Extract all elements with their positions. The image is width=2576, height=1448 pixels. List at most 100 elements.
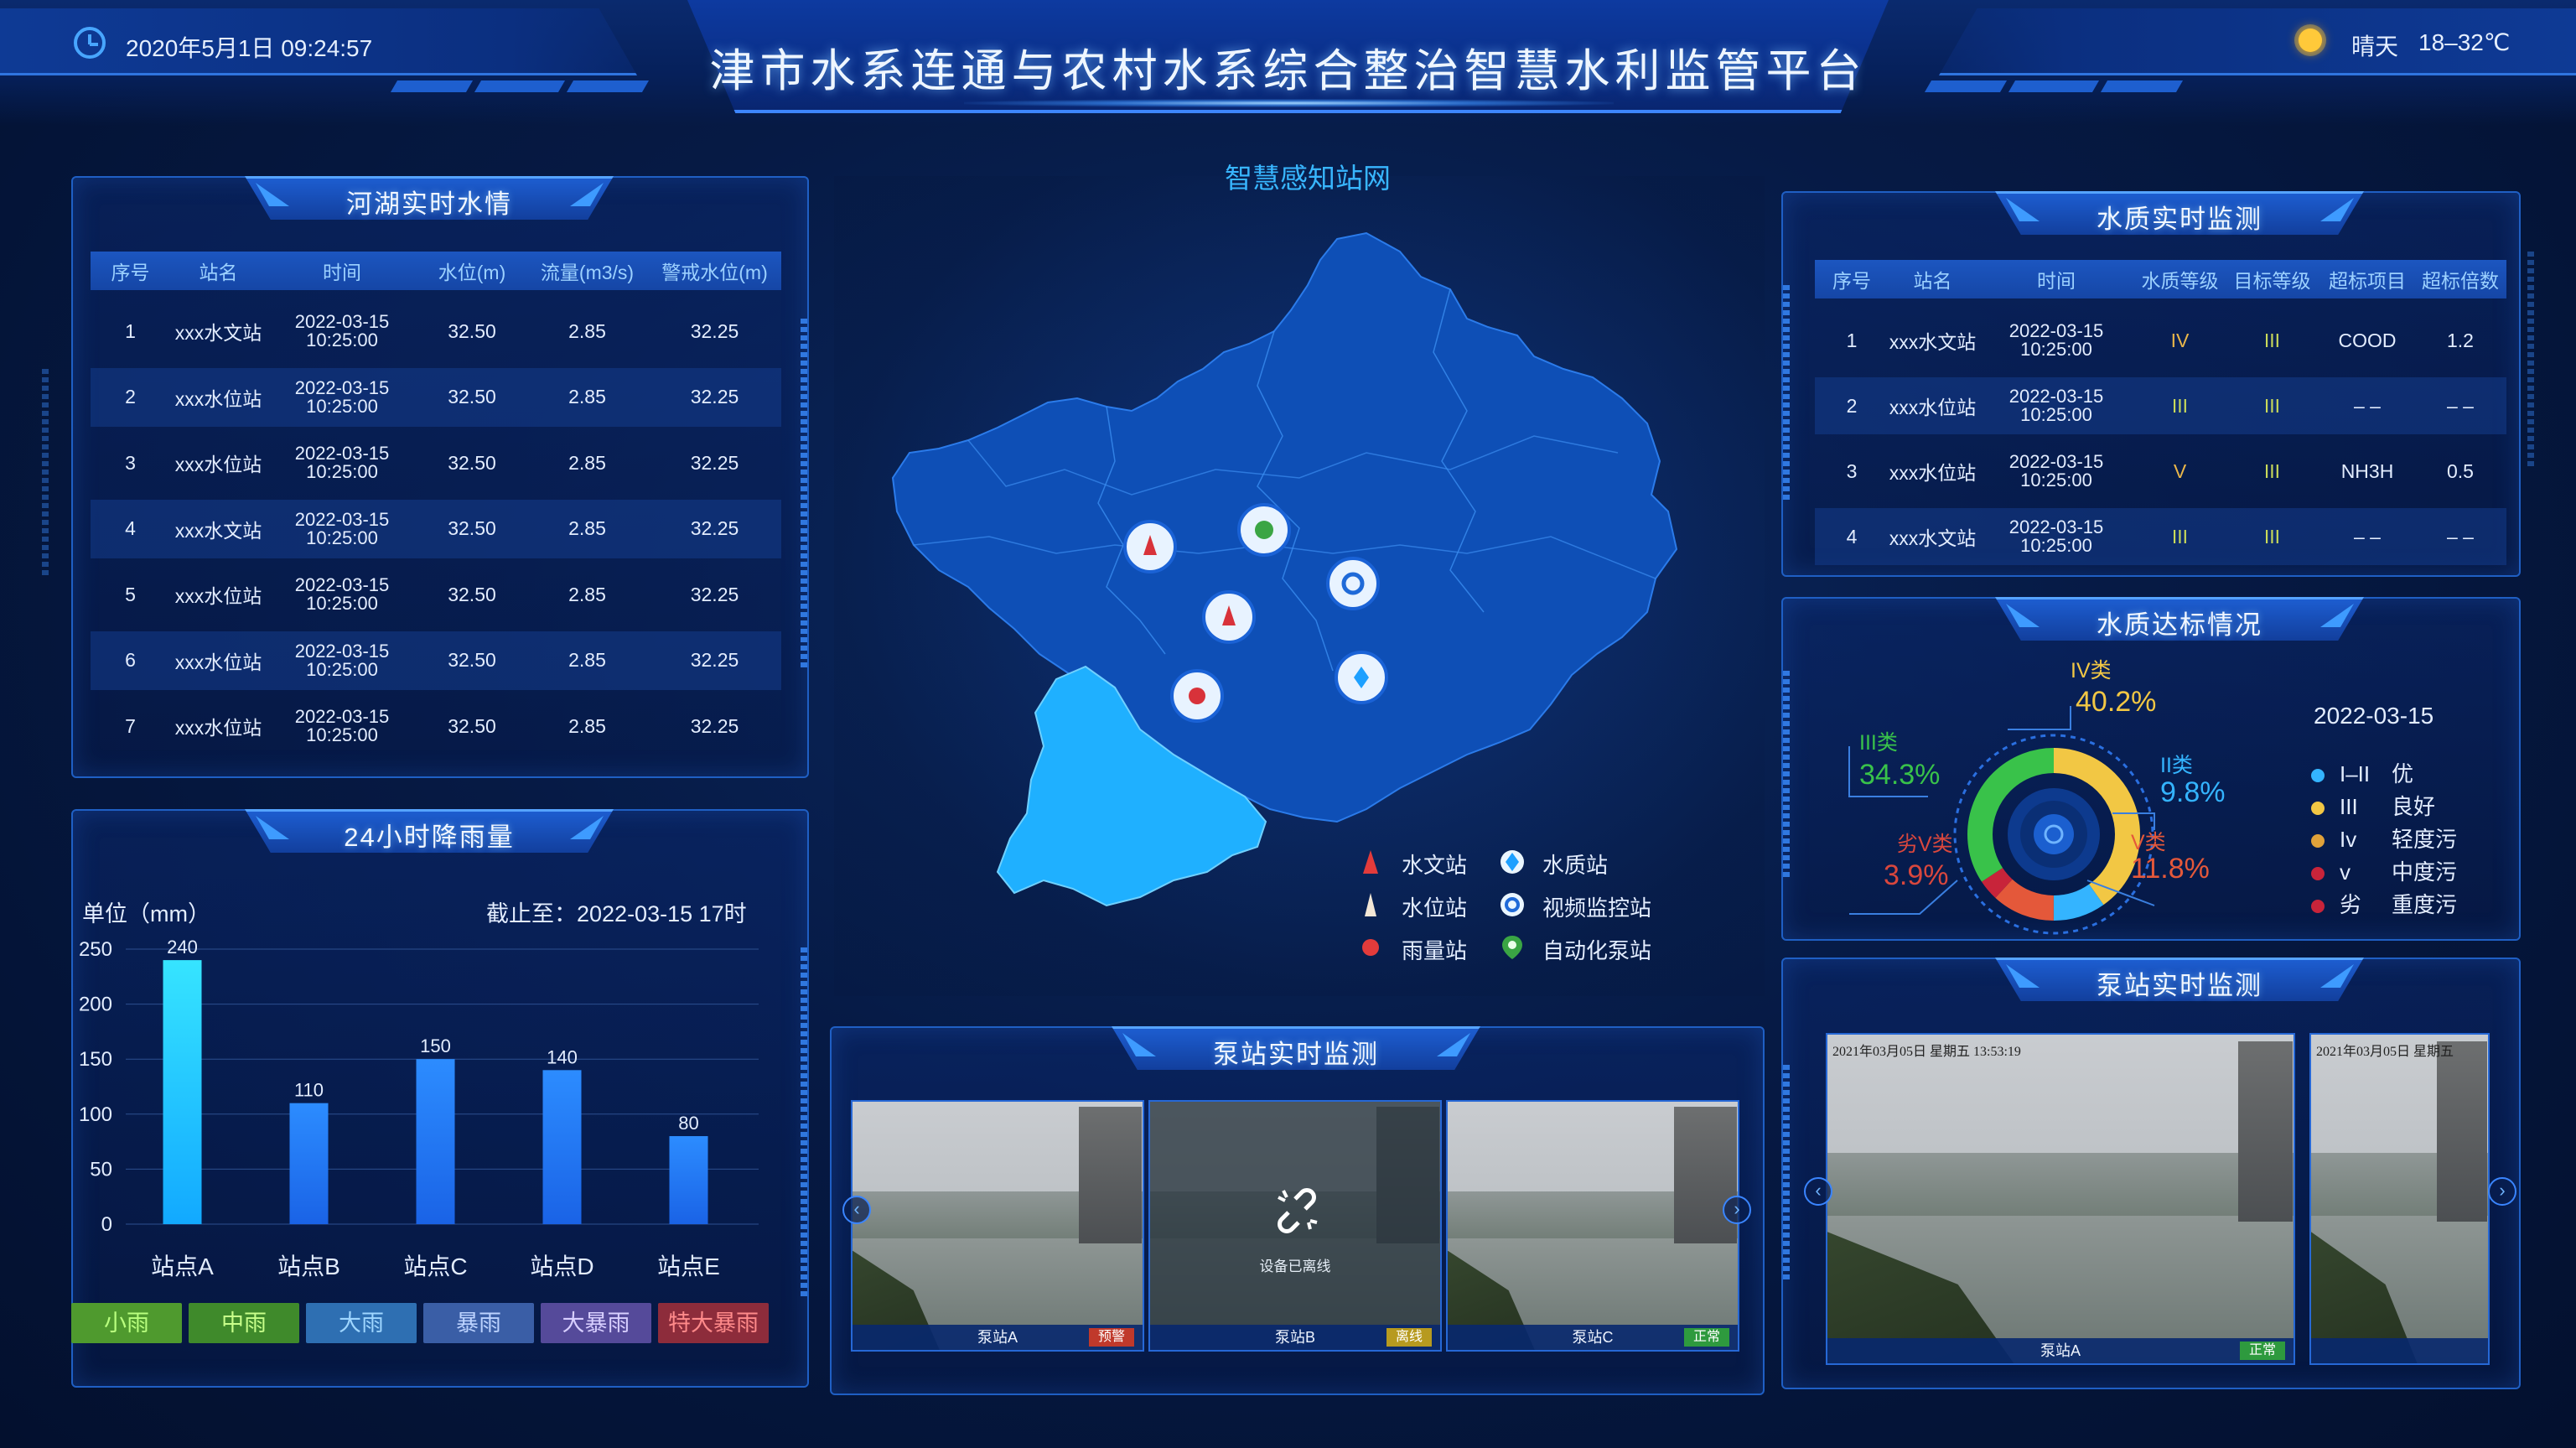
- cell-flow: 2.85: [568, 386, 606, 407]
- hydrology-station-marker[interactable]: [1202, 590, 1256, 644]
- donut-value-v: 11.8%: [2131, 853, 2210, 885]
- x-tick-label: 站点E: [657, 1253, 720, 1279]
- table-row[interactable]: 4 xxx水文站 2022-03-15 10:25:00 III III – – – –: [1815, 508, 2506, 565]
- cell-warn: 32.25: [690, 386, 739, 407]
- prev-arrow-button[interactable]: ‹: [842, 1196, 871, 1224]
- cell-no: 4: [1846, 525, 1858, 548]
- map-legend-label: 水文站: [1402, 853, 1468, 878]
- donut-value-ii: 9.8%: [2160, 776, 2226, 808]
- cell-times: 0.5: [2447, 459, 2474, 482]
- rain-legend-chip[interactable]: 大雨: [306, 1303, 417, 1343]
- cell-clock: 10:25:00: [306, 330, 378, 350]
- cell-no: 6: [125, 649, 136, 671]
- legend-grade: Iv: [2340, 827, 2357, 852]
- chart-bar[interactable]: [669, 1136, 708, 1224]
- cell-clock: 10:25:00: [306, 527, 378, 548]
- cell-date: 2022-03-15: [294, 574, 390, 595]
- offline-link-icon: [1278, 1188, 1318, 1233]
- cell-name: xxx水文站: [1889, 331, 1977, 353]
- cell-clock: 10:25:00: [306, 395, 378, 417]
- video-station-marker[interactable]: [1326, 557, 1380, 610]
- donut-label-iii: III类: [1859, 731, 1898, 755]
- col-header: 时间: [2037, 270, 2076, 292]
- cam-timestamp: 2021年03月05日 星期五 13:53:19: [1832, 1045, 2021, 1059]
- cell-warn: 32.25: [690, 451, 739, 474]
- rain-legend-chip[interactable]: 大暴雨: [541, 1303, 651, 1343]
- next-arrow-button[interactable]: ›: [2488, 1177, 2516, 1206]
- camera-tile-pump-a[interactable]: 泵站A 预警: [851, 1100, 1144, 1352]
- table-row[interactable]: 1 xxx水文站 2022-03-15 10:25:00 IV III COOD 1.2: [1815, 312, 2506, 369]
- cell-item: – –: [2354, 525, 2381, 548]
- compliance-date: 2022-03-15: [2314, 703, 2434, 729]
- weather-text: 晴天: [2351, 34, 2399, 60]
- panel-rail: [1783, 1065, 1790, 1283]
- rain-legend-chip[interactable]: 特大暴雨: [658, 1303, 769, 1343]
- rain-cutoff-label: 截止至：2022-03-15 17时: [486, 901, 747, 926]
- cell-warn: 32.25: [690, 583, 739, 605]
- cell-no: 3: [125, 451, 136, 474]
- map-title: 智慧感知站网: [1225, 163, 1391, 194]
- panel-rail: [1783, 671, 1790, 880]
- quality-table-header: 序号 站名 时间 水质等级 目标等级 超标项目 超标倍数: [1815, 260, 2506, 298]
- table-row[interactable]: 3 xxx水位站 2022-03-15 10:25:00 32.50 2.85 32.25: [91, 433, 781, 492]
- table-row[interactable]: 3 xxx水位站 2022-03-15 10:25:00 V III NH3H 0.5: [1815, 443, 2506, 500]
- cell-date: 2022-03-15: [294, 508, 390, 530]
- hydrology-station-marker[interactable]: [1123, 520, 1177, 573]
- camera-tile-pump-right-main[interactable]: 2021年03月05日 星期五 13:53:19 泵站A 正常: [1826, 1033, 2295, 1365]
- table-row[interactable]: 4 xxx水文站 2022-03-15 10:25:00 32.50 2.85 32.25: [91, 499, 781, 558]
- rain-legend-chip[interactable]: 小雨: [71, 1303, 182, 1343]
- table-row[interactable]: 7 xxx水位站 2022-03-15 10:25:00 32.50 2.85 32.25: [91, 697, 781, 755]
- rain-panel-title: 24小时降雨量: [344, 823, 515, 852]
- chart-bar[interactable]: [289, 1103, 329, 1224]
- cam-status-badge: 正常: [2240, 1342, 2285, 1360]
- water-quality-station-icon: [1501, 850, 1524, 874]
- next-arrow-button[interactable]: ›: [1723, 1196, 1751, 1224]
- x-tick-label: 站点D: [530, 1253, 593, 1279]
- rain-legend-chip[interactable]: 暴雨: [423, 1303, 534, 1343]
- table-row[interactable]: 2 xxx水位站 2022-03-15 10:25:00 III III – – – –: [1815, 377, 2506, 434]
- rain-legend-chip[interactable]: 中雨: [189, 1303, 299, 1343]
- map-legend-label: 水位站: [1402, 895, 1468, 921]
- cell-no: 5: [125, 583, 136, 605]
- map-legend-label: 水质站: [1542, 853, 1609, 878]
- cam-status-badge: 离线: [1386, 1328, 1432, 1347]
- header-deco: [2100, 80, 2184, 92]
- legend-dot: [2311, 802, 2325, 816]
- cell-item: COOD: [2338, 329, 2397, 351]
- chart-bar[interactable]: [416, 1059, 455, 1224]
- cell-date: 2022-03-15: [294, 311, 390, 332]
- sun-icon: [2299, 29, 2322, 52]
- table-row[interactable]: 2 xxx水位站 2022-03-15 10:25:00 32.50 2.85 32.25: [91, 367, 781, 427]
- map-legend-label: 视频监控站: [1542, 895, 1652, 921]
- cell-target: III: [2263, 329, 2281, 351]
- cell-time: 2022-03-15 10:25:00: [267, 508, 417, 548]
- camera-tile-pump-c[interactable]: 泵站C 正常: [1446, 1100, 1739, 1352]
- table-row[interactable]: 5 xxx水位站 2022-03-15 10:25:00 32.50 2.85 32.25: [91, 565, 781, 624]
- prev-arrow-button[interactable]: ‹: [1804, 1177, 1832, 1206]
- cell-date: 2022-03-15: [2008, 320, 2104, 341]
- compliance-panel-title: 水质达标情况: [2097, 610, 2262, 640]
- table-row[interactable]: 1 xxx水文站 2022-03-15 10:25:00 32.50 2.85 32.25: [91, 302, 781, 361]
- cam-building: [1079, 1106, 1142, 1243]
- datetime: 2020年5月1日 09:24:57: [126, 35, 373, 61]
- col-header: 站名: [1913, 270, 1952, 292]
- cell-warn: 32.25: [690, 714, 739, 737]
- water-quality-station-marker[interactable]: [1335, 651, 1388, 704]
- col-header: 站名: [199, 262, 238, 283]
- legend-desc: 重度污: [2392, 892, 2458, 917]
- cell-level: 32.50: [448, 649, 496, 671]
- cell-date: 2022-03-15: [2008, 386, 2104, 407]
- chart-bar[interactable]: [542, 1070, 582, 1224]
- legend-dot: [2311, 769, 2325, 783]
- cell-clock: 10:25:00: [2020, 535, 2092, 556]
- camera-tile-pump-right-secondary[interactable]: 2021年03月05日 星期五: [2309, 1033, 2490, 1365]
- camera-tile-pump-b[interactable]: 设备已离线 泵站B 离线: [1148, 1100, 1442, 1352]
- cell-warn: 32.25: [690, 319, 739, 342]
- chart-bar[interactable]: [163, 960, 202, 1224]
- table-row[interactable]: 6 xxx水位站 2022-03-15 10:25:00 32.50 2.85 32.25: [91, 631, 781, 690]
- cell-time: 2022-03-15 10:25:00: [1977, 387, 2136, 424]
- col-header: 目标等级: [2233, 270, 2311, 292]
- cell-name: xxx水位站: [174, 454, 262, 475]
- pump-station-marker[interactable]: [1237, 503, 1291, 557]
- rain-station-marker[interactable]: [1170, 669, 1224, 723]
